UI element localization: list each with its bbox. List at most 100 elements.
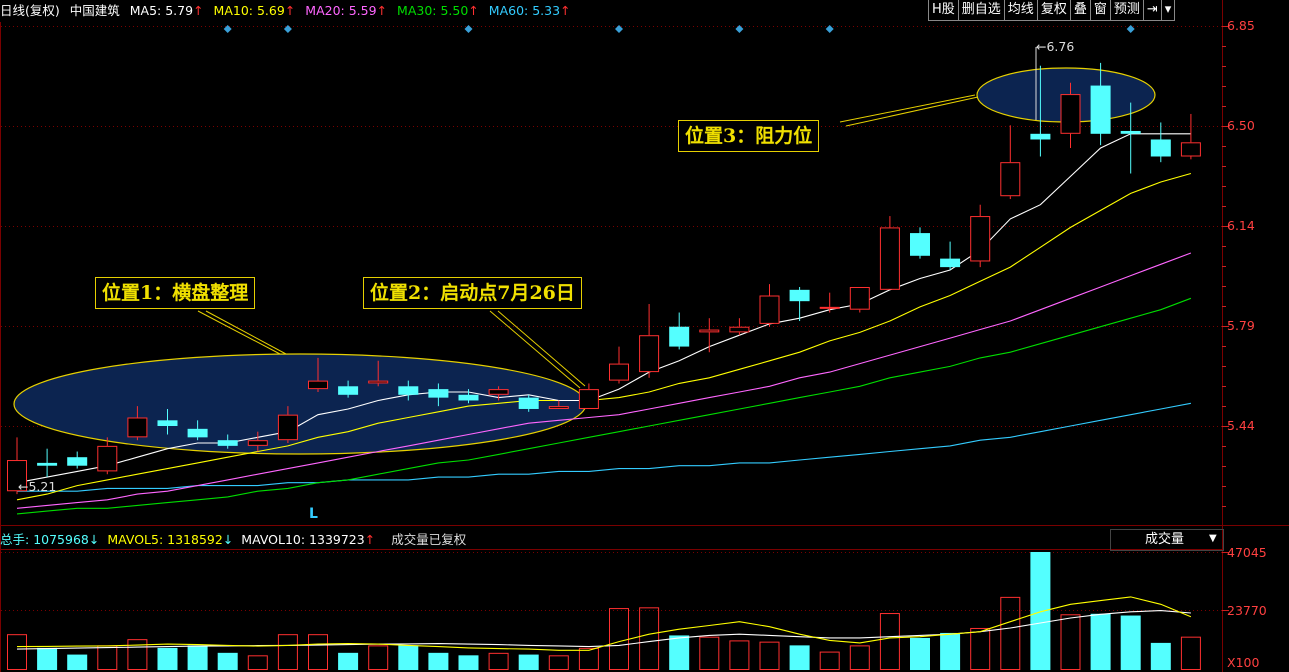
candle-body-up	[368, 380, 389, 384]
volume-bar-up	[819, 651, 840, 670]
h-share-button[interactable]: H股	[928, 0, 959, 21]
volume-bar-up	[548, 655, 569, 670]
candle-body-up	[488, 389, 509, 395]
candle-body-up	[308, 380, 328, 390]
ma60-indicator: MA60: 5.33↑	[489, 3, 571, 18]
candlestick	[819, 292, 840, 313]
price-axis-label: 5.79	[1227, 318, 1255, 333]
volume-bar-up	[308, 634, 328, 670]
candlestick	[669, 312, 690, 350]
candle-body-down	[1090, 85, 1111, 134]
volume-bar-down	[1090, 613, 1111, 670]
volume-bar-up	[127, 639, 148, 671]
volume-bar-down	[910, 637, 930, 670]
indicator-selector[interactable]: 成交量 ▼	[1110, 529, 1224, 551]
candle-body-up	[1000, 162, 1021, 197]
overlay-button[interactable]: 叠	[1069, 0, 1091, 21]
ma10-indicator: MA10: 5.69↑	[214, 3, 296, 18]
mavol5-indicator: MAVOL5: 1318592↓	[107, 532, 233, 547]
volume-bar-up	[970, 627, 991, 671]
candle-body-down	[187, 428, 208, 438]
candle-body-up	[970, 216, 991, 262]
candle-body-down	[157, 420, 178, 426]
volume-bar-up	[639, 607, 660, 670]
candle-body-down	[518, 397, 539, 409]
mavol5-arrow: ↓	[222, 532, 234, 547]
low-price-value: 5.21	[28, 479, 57, 494]
volume-bar-down	[217, 652, 238, 670]
ma60-value: 5.33	[532, 3, 561, 18]
volume-bar-up	[759, 641, 780, 670]
candle-body-down	[217, 440, 238, 446]
mavol5-line	[16, 596, 1192, 651]
volume-bar-up	[368, 645, 389, 670]
volume-bar-up	[97, 645, 118, 670]
mavol10-indicator: MAVOL10: 1339723↑	[241, 532, 375, 547]
volume-bar-down	[1150, 642, 1171, 670]
moving-average-button[interactable]: 均线	[1003, 0, 1038, 21]
chart-header: 日线(复权) 中国建筑 MA5: 5.79↑ MA10: 5.69↑ MA20:…	[0, 0, 571, 22]
ma5-indicator: MA5: 5.79↑	[130, 3, 204, 18]
volume-bar-up	[7, 634, 27, 670]
ma10-value: 5.69	[256, 3, 285, 18]
volume-bar-down	[458, 655, 479, 670]
more-dropdown-icon[interactable]: ▾	[1160, 0, 1176, 21]
ma60-arrow: ↑	[560, 3, 571, 18]
candle-body-down	[67, 457, 88, 466]
volume-bar-down	[338, 652, 359, 670]
stock-name[interactable]: 中国建筑	[70, 3, 120, 18]
kline-chart[interactable]	[0, 0, 1289, 672]
remove-watchlist-button[interactable]: 删自选	[957, 0, 1005, 21]
candle-body-down	[1030, 133, 1051, 140]
candle-body-up	[729, 326, 750, 333]
candle-body-up	[97, 445, 118, 472]
indicator-selector-label: 成交量	[1145, 532, 1185, 547]
candle-body-down	[338, 386, 359, 395]
low-price-label: ←5.21	[18, 479, 57, 494]
volume-adjusted-note: 成交量已复权	[391, 532, 467, 547]
candle-body-down	[1120, 130, 1141, 134]
candle-body-up	[247, 440, 268, 446]
volume-bar-up	[1060, 614, 1081, 671]
total-volume-value: 1075968	[33, 532, 89, 547]
volume-unit-label: X100	[1227, 655, 1260, 670]
volume-bar-up	[699, 636, 720, 670]
adjust-price-button[interactable]: 复权	[1036, 0, 1071, 21]
volume-bar-down	[940, 632, 961, 670]
chart-toolbar: H股 删自选 均线 复权 叠 窗 预测 ⇥ ▾	[928, 0, 1176, 22]
ma5-arrow: ↑	[193, 3, 204, 18]
price-axis-label: 5.44	[1227, 418, 1255, 433]
candle-body-up	[759, 295, 780, 324]
ma20-label: MA20:	[305, 3, 349, 18]
candle-body-up	[277, 414, 298, 441]
volume-bar-down	[789, 645, 810, 670]
volume-bar-up	[277, 634, 298, 670]
volume-axis-label: 47045	[1227, 545, 1267, 560]
forecast-button[interactable]: 预测	[1109, 0, 1144, 21]
candlestick	[37, 448, 58, 478]
annotation-position-2: 位置2：启动点7月26日	[363, 277, 582, 309]
ma10-arrow: ↑	[284, 3, 296, 18]
high-price-label: ←6.76	[1036, 39, 1075, 54]
chevron-down-icon: ▼	[1209, 533, 1217, 544]
ma30-label: MA30:	[397, 3, 441, 18]
candlestick	[759, 284, 780, 327]
candlestick	[879, 216, 900, 290]
ma30-arrow: ↑	[468, 3, 479, 18]
window-button[interactable]: 窗	[1089, 0, 1111, 21]
total-volume-label: 总手:	[0, 532, 34, 547]
candlestick	[578, 383, 599, 409]
candle-body-down	[669, 326, 690, 347]
mavol10-line	[16, 610, 1191, 650]
volume-bar-up	[1000, 596, 1021, 670]
candlestick	[1150, 122, 1171, 163]
candle-body-up	[127, 417, 148, 438]
volume-bar-down	[157, 647, 178, 670]
candle-body-down	[789, 289, 810, 302]
ma60-label: MA60:	[488, 3, 533, 18]
expand-panel-icon[interactable]: ⇥	[1142, 0, 1162, 21]
volume-bar-down	[187, 645, 208, 670]
volume-bar-down	[1120, 615, 1141, 670]
l-marker: L	[309, 506, 318, 522]
callout-line-1a	[197, 310, 281, 355]
